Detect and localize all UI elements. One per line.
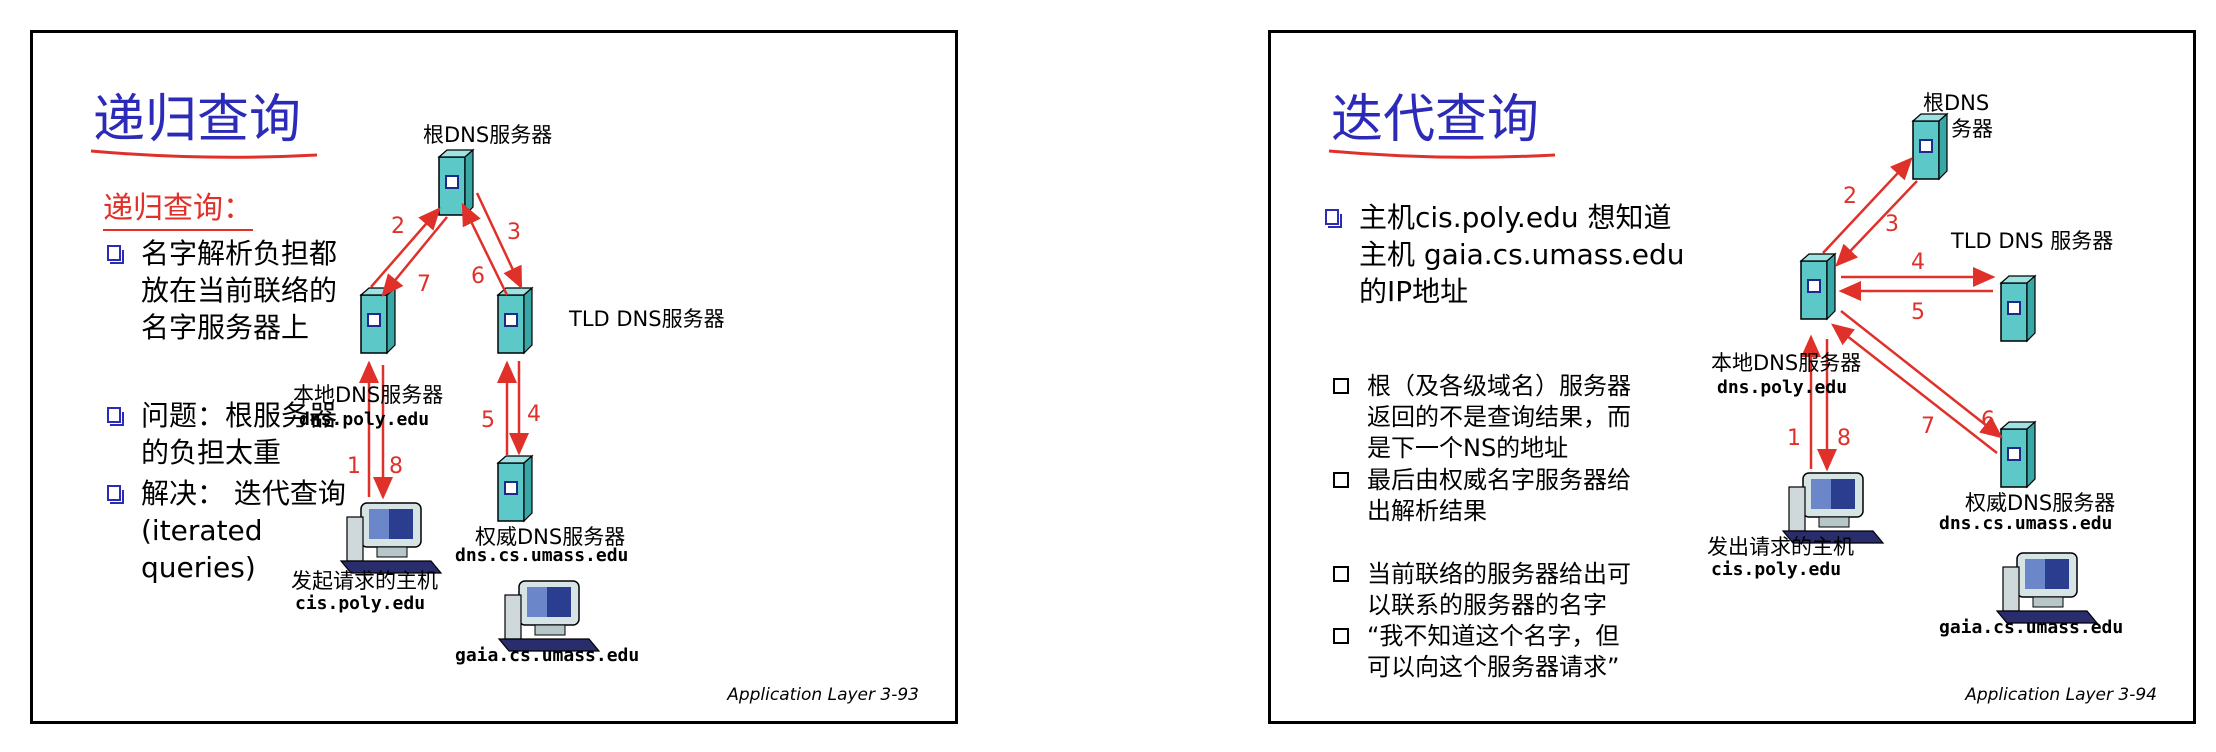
step-number: 2 [1843,184,1857,209]
step-number: 2 [391,214,405,239]
root-server-icon [1912,113,1948,180]
step-number: 1 [347,454,361,479]
step-number: 4 [527,402,541,427]
root-server-label: 根DNS服务器 [423,123,553,147]
auth-server-icon [497,455,533,522]
target-host: gaia.cs.umass.edu [1939,617,2124,638]
auth-server-icon [2000,421,2036,488]
step-number: 7 [417,272,431,297]
local-server-host: dns.poly.edu [299,409,430,430]
requester-host: cis.poly.edu [295,593,426,614]
step-number: 3 [507,220,521,245]
local-server-icon [1800,253,1836,320]
target-host-icon [1996,552,2098,624]
step-number: 4 [1911,250,1925,275]
local-server-label: 本地DNS服务器 [293,383,444,407]
step-number: 7 [1921,414,1935,439]
slide-iterative-query: 迭代查询 主机cis.poly.edu 想知道 主机 gaia.cs.umass… [1268,30,2196,724]
local-server-host: dns.poly.edu [1717,377,1848,398]
step-number: 5 [481,408,495,433]
local-server-label: 本地DNS服务器 [1711,351,1862,375]
target-host: gaia.cs.umass.edu [455,645,640,666]
tld-server-label: TLD DNS 服务器 [1951,229,2114,253]
step-number: 3 [1885,212,1899,237]
tld-server-icon [2000,275,2036,342]
step-number: 8 [389,454,403,479]
step-number: 1 [1787,426,1801,451]
requester-label: 发起请求的主机 [291,569,438,593]
auth-server-host: dns.cs.umass.edu [1939,513,2113,534]
slide-footer: Application Layer 3-94 [1965,685,2157,705]
requester-host: cis.poly.edu [1711,559,1842,580]
local-server-icon [360,287,396,354]
root-server-icon [438,149,474,216]
auth-server-host: dns.cs.umass.edu [455,545,629,566]
step-number: 8 [1837,426,1851,451]
target-host-icon [498,580,600,652]
step-number: 6 [471,264,485,289]
requester-label: 发出请求的主机 [1707,535,1854,559]
requester-host-icon [340,502,442,574]
slide-recursive-query: 递归查询 递归查询： 名字解析负担都 放在当前联络的 名字服务器上 问题：根服务… [30,30,958,724]
step-number: 5 [1911,300,1925,325]
root-server-label-cont: 务器 [1951,117,1993,141]
slide-footer: Application Layer 3-93 [727,685,919,705]
tld-server-icon [497,287,533,354]
tld-server-label: TLD DNS服务器 [569,307,725,331]
step-number: 6 [1981,408,1995,433]
